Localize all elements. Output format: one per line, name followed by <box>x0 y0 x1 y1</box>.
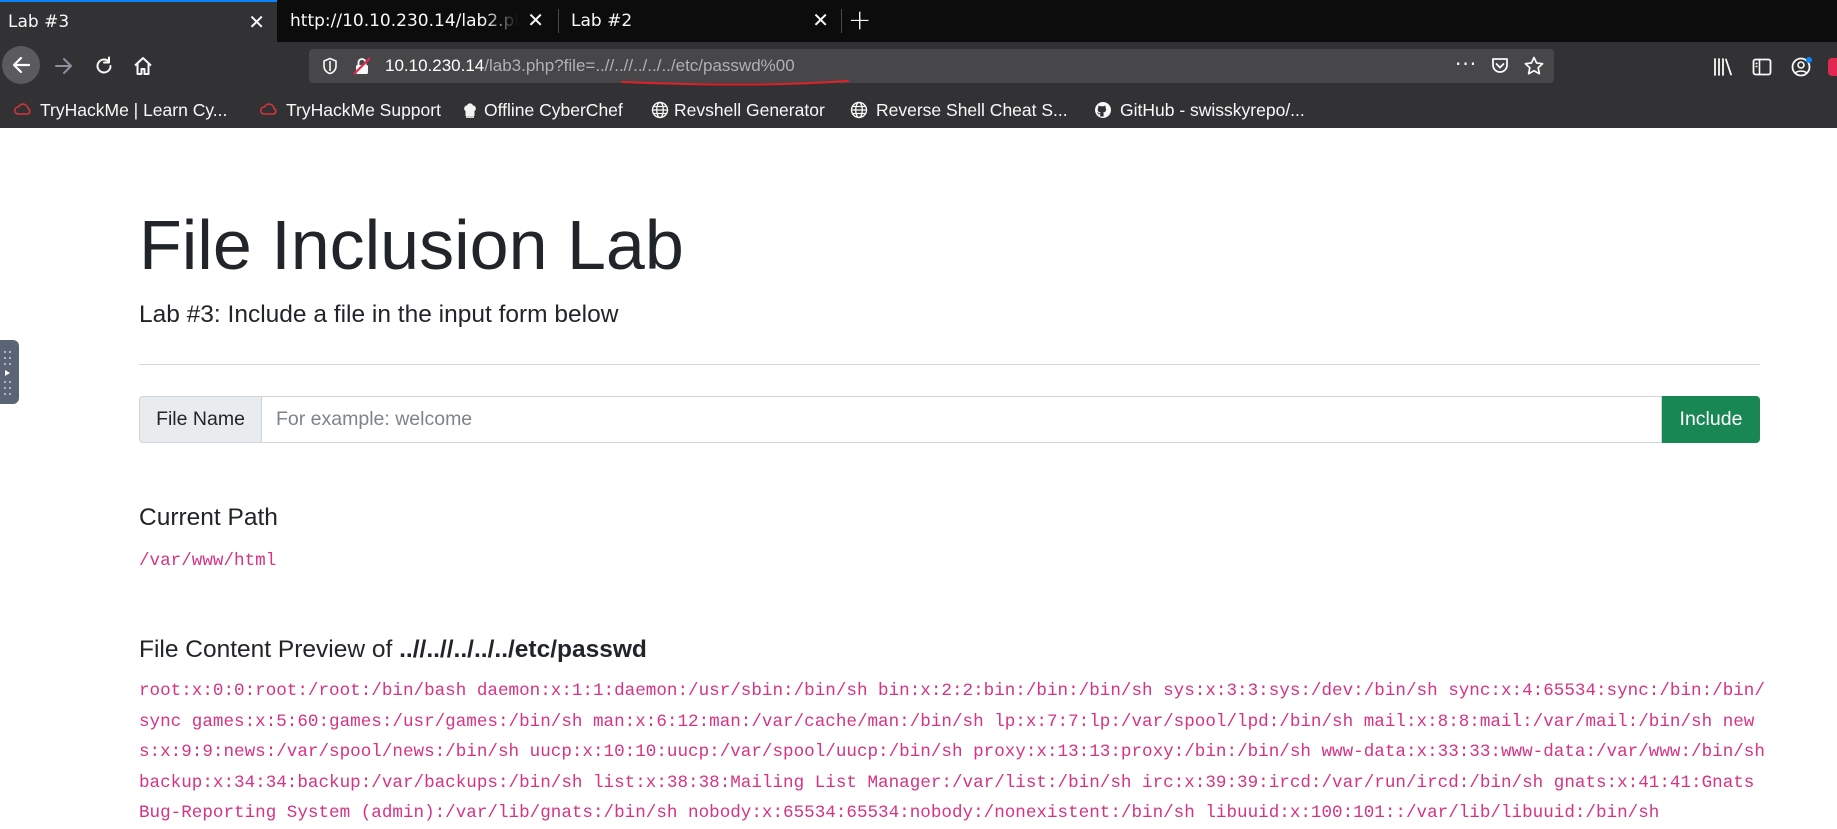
home-icon <box>134 57 152 75</box>
page-actions-menu-icon[interactable]: ··· <box>1455 52 1477 76</box>
insecure-lock-icon[interactable] <box>352 56 372 76</box>
bookmark-label: GitHub - swisskyrepo/... <box>1120 99 1305 120</box>
close-icon[interactable]: ✕ <box>248 10 265 34</box>
file-preview-heading: File Content Preview of ..//..//../../..… <box>139 636 647 664</box>
file-preview-heading-prefix: File Content Preview of <box>139 636 400 663</box>
bookmark-star-icon[interactable] <box>1523 55 1545 77</box>
divider <box>139 364 1760 365</box>
bookmark-tryhackme[interactable]: TryHackMe | Learn Cy... <box>13 99 227 121</box>
red-annotation-underline <box>621 80 849 86</box>
url-text[interactable]: 10.10.230.14/lab3.php?file=..//..//../..… <box>385 56 795 76</box>
side-panel-handle[interactable] <box>0 340 19 404</box>
account-icon[interactable] <box>1790 55 1814 79</box>
tracking-protection-shield-icon[interactable] <box>321 57 339 75</box>
github-icon <box>1093 100 1113 120</box>
tab-separator <box>841 9 842 33</box>
url-path: /lab3.php?file=..//..//../../../etc/pass… <box>484 56 795 75</box>
side-panel-grip-icon <box>4 351 11 395</box>
url-host: 10.10.230.14 <box>385 56 485 75</box>
back-arrow-icon <box>12 56 31 74</box>
forward-button[interactable] <box>50 52 78 80</box>
tab-title: Lab #3 <box>8 12 70 32</box>
file-include-form: File Name Include <box>139 396 1760 443</box>
tryhackme-icon <box>13 100 33 120</box>
pocket-icon[interactable] <box>1490 56 1510 76</box>
file-name-input[interactable] <box>262 396 1662 443</box>
page-subtitle: Lab #3: Include a file in the input form… <box>139 301 619 328</box>
sidebar-toggle-icon[interactable] <box>1751 56 1773 78</box>
tab-lab2-url[interactable]: http://10.10.230.14/lab2.php ✕ <box>278 0 556 42</box>
tab-title: Lab #2 <box>571 11 633 31</box>
bookmark-label: TryHackMe | Learn Cy... <box>40 99 228 120</box>
forward-arrow-icon <box>55 58 72 74</box>
close-icon[interactable]: ✕ <box>527 8 544 32</box>
file-content-preview: root:x:0:0:root:/root:/bin/bash daemon:x… <box>139 681 1765 823</box>
bookmark-reverse-shell-cheat-sheet[interactable]: Reverse Shell Cheat S... <box>849 99 1068 121</box>
globe-icon <box>849 100 869 120</box>
tryhackme-icon <box>259 100 279 120</box>
include-button[interactable]: Include <box>1662 396 1760 443</box>
tab-title: http://10.10.230.14/lab2.php <box>290 11 518 31</box>
tab-lab2[interactable]: Lab #2 ✕ <box>559 0 841 42</box>
address-bar[interactable]: 10.10.230.14/lab3.php?file=..//..//../..… <box>309 49 1554 83</box>
bookmark-github[interactable]: GitHub - swisskyrepo/... <box>1093 99 1305 121</box>
bookmark-label: Reverse Shell Cheat S... <box>876 99 1068 120</box>
bookmark-revshell-generator[interactable]: Revshell Generator <box>650 99 825 121</box>
chef-hat-icon <box>462 100 478 120</box>
reload-button[interactable] <box>90 52 118 80</box>
page-title: File Inclusion Lab <box>139 206 684 284</box>
tab-bar: Lab #3 ✕ http://10.10.230.14/lab2.php ✕ … <box>0 0 1837 42</box>
bookmark-cyberchef[interactable]: Offline CyberChef <box>462 99 623 121</box>
bookmark-label: Offline CyberChef <box>484 99 623 120</box>
close-icon[interactable]: ✕ <box>812 8 829 32</box>
file-name-label: File Name <box>139 396 262 443</box>
extension-icon[interactable] <box>1828 58 1837 76</box>
navigation-toolbar: 10.10.230.14/lab3.php?file=..//..//../..… <box>0 42 1837 91</box>
current-path-value: /var/www/html <box>139 551 277 571</box>
home-button[interactable] <box>129 52 157 80</box>
bookmark-label: TryHackMe Support <box>286 99 441 120</box>
tab-lab3[interactable]: Lab #3 ✕ <box>0 0 277 42</box>
file-preview-filename: ..//..//../../../etc/passwd <box>399 636 647 663</box>
current-path-heading: Current Path <box>139 504 278 531</box>
new-tab-icon[interactable]: + <box>848 3 871 36</box>
reload-icon <box>96 56 112 74</box>
bookmark-tryhackme-support[interactable]: TryHackMe Support <box>259 99 441 121</box>
bookmarks-toolbar: TryHackMe | Learn Cy... TryHackMe Suppor… <box>0 91 1837 128</box>
bookmark-label: Revshell Generator <box>674 99 825 120</box>
globe-icon <box>650 100 670 120</box>
library-icon[interactable] <box>1712 56 1734 78</box>
back-button[interactable] <box>2 46 40 84</box>
